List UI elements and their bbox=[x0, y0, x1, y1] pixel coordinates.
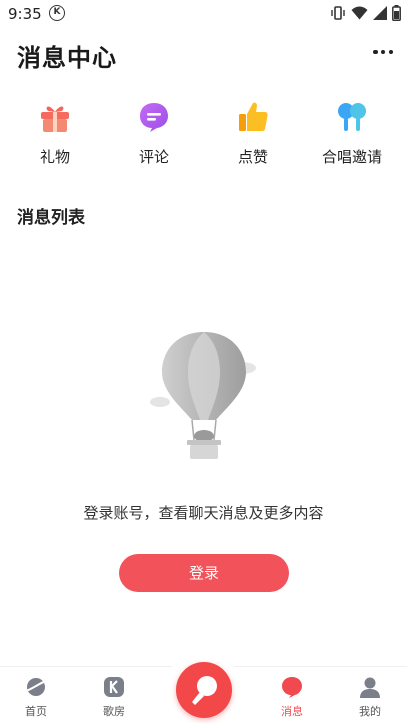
chorus-icon bbox=[338, 103, 366, 131]
category-label: 点赞 bbox=[237, 148, 268, 166]
sing-button[interactable] bbox=[176, 662, 232, 718]
nav-label: 消息 bbox=[281, 705, 303, 718]
profile-icon bbox=[360, 677, 380, 698]
hot-air-balloon-icon bbox=[150, 332, 256, 459]
category-label: 礼物 bbox=[39, 148, 70, 166]
nav-profile[interactable]: 我的 bbox=[340, 675, 400, 719]
status-bar: 9:35 K bbox=[0, 0, 407, 28]
wifi-icon bbox=[351, 6, 368, 20]
home-planet-icon bbox=[25, 678, 47, 696]
signal-icon bbox=[373, 6, 387, 20]
gift-icon bbox=[41, 106, 69, 132]
category-gift[interactable]: 礼物 bbox=[15, 100, 95, 167]
thumbs-up-icon bbox=[239, 102, 268, 131]
category-comment[interactable]: 评论 bbox=[114, 100, 194, 167]
message-categories: 礼物 评论 点赞 合唱邀请 bbox=[0, 100, 407, 172]
status-time: 9:35 bbox=[8, 5, 42, 23]
nav-k-room[interactable]: 歌房 bbox=[84, 675, 144, 719]
app-badge-icon: K bbox=[49, 5, 65, 21]
category-label: 评论 bbox=[138, 148, 169, 166]
nav-label: 歌房 bbox=[103, 705, 125, 718]
empty-state-message: 登录账号，查看聊天消息及更多内容 bbox=[83, 504, 324, 522]
microphone-icon bbox=[192, 676, 217, 705]
category-chorus-invite[interactable]: 合唱邀请 bbox=[312, 100, 392, 167]
more-dots-icon bbox=[373, 49, 378, 55]
login-button[interactable]: 登录 bbox=[119, 554, 289, 592]
page-title: 消息中心 bbox=[17, 44, 117, 72]
comment-icon bbox=[140, 103, 168, 132]
battery-icon bbox=[392, 5, 401, 21]
message-list-title: 消息列表 bbox=[17, 208, 85, 228]
nav-home[interactable]: 首页 bbox=[6, 675, 66, 719]
status-icons bbox=[330, 4, 401, 22]
vibrate-icon bbox=[331, 6, 345, 20]
category-like[interactable]: 点赞 bbox=[213, 100, 293, 167]
more-options-button[interactable] bbox=[373, 44, 393, 60]
nav-messages[interactable]: 消息 bbox=[262, 675, 322, 719]
message-bubble-icon bbox=[282, 677, 302, 698]
nav-label: 我的 bbox=[359, 705, 381, 718]
nav-label: 首页 bbox=[25, 705, 47, 718]
category-label: 合唱邀请 bbox=[321, 148, 382, 166]
k-room-icon bbox=[104, 677, 124, 697]
